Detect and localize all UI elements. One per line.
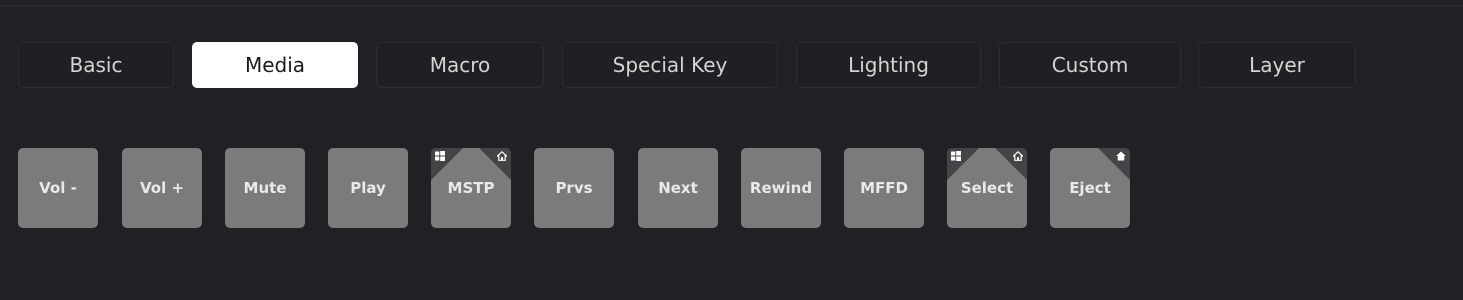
key-label: Rewind	[749, 179, 813, 197]
key-label: Prvs	[555, 179, 593, 197]
key-mute[interactable]: Mute	[225, 148, 305, 228]
key-mffd[interactable]: MFFD	[844, 148, 924, 228]
key-select[interactable]: Select	[947, 148, 1027, 228]
tab-lighting[interactable]: Lighting	[796, 42, 981, 88]
tab-special-key[interactable]: Special Key	[562, 42, 778, 88]
key-label: Vol +	[139, 179, 185, 197]
key-label: Mute	[243, 179, 287, 197]
tab-custom[interactable]: Custom	[999, 42, 1181, 88]
tab-basic[interactable]: Basic	[18, 42, 174, 88]
top-divider	[0, 5, 1463, 6]
key-label: Play	[350, 179, 386, 197]
windows-icon	[951, 151, 961, 161]
key-next[interactable]: Next	[638, 148, 718, 228]
key-label: MFFD	[860, 179, 908, 197]
key-vol-up[interactable]: Vol +	[122, 148, 202, 228]
key-label: Next	[658, 179, 698, 197]
tab-media[interactable]: Media	[192, 42, 358, 88]
key-vol-down[interactable]: Vol -	[18, 148, 98, 228]
key-function-panel: Basic Media Macro Special Key Lighting C…	[0, 0, 1463, 300]
key-prvs[interactable]: Prvs	[534, 148, 614, 228]
home-outline-icon	[497, 151, 507, 161]
key-rewind[interactable]: Rewind	[741, 148, 821, 228]
key-eject[interactable]: Eject	[1050, 148, 1130, 228]
home-filled-icon	[1116, 151, 1126, 161]
key-label: Select	[960, 179, 1014, 197]
home-outline-icon	[1013, 151, 1023, 161]
key-label: MSTP	[447, 179, 495, 197]
tab-macro[interactable]: Macro	[376, 42, 544, 88]
key-label: Vol -	[39, 179, 77, 197]
windows-icon	[435, 151, 445, 161]
key-label: Eject	[1069, 179, 1111, 197]
key-mstp[interactable]: MSTP	[431, 148, 511, 228]
tab-layer[interactable]: Layer	[1198, 42, 1356, 88]
key-play[interactable]: Play	[328, 148, 408, 228]
